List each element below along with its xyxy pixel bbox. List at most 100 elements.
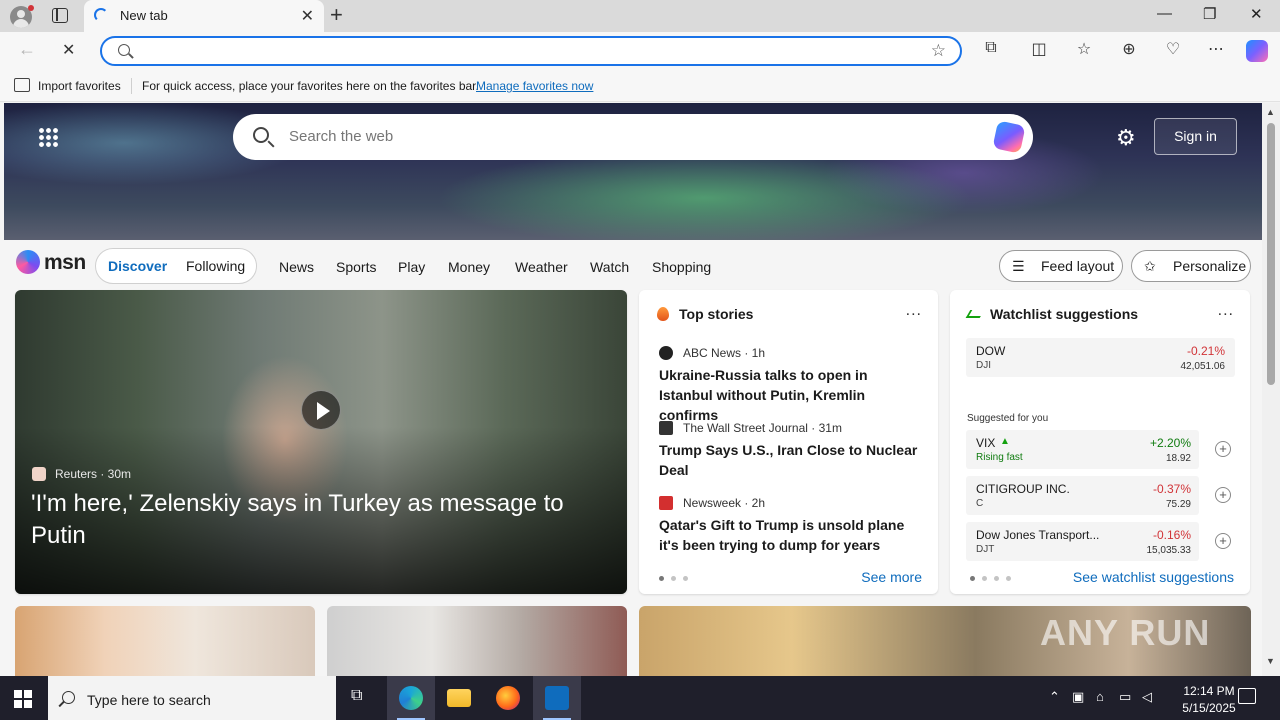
hero-banner: Search the web ⚙ Sign in	[4, 103, 1262, 240]
nav-watch[interactable]: Watch	[590, 259, 629, 275]
lead-headline[interactable]: 'I'm here,' Zelenskiy says in Turkey as …	[31, 488, 611, 552]
personalize-button[interactable]: ✩ Personalize	[1131, 250, 1251, 282]
taskbar-search[interactable]: Type here to search	[48, 676, 336, 720]
play-icon[interactable]	[301, 390, 341, 430]
network-icon[interactable]: ▭	[1119, 689, 1131, 705]
web-search-box[interactable]: Search the web	[233, 114, 1033, 160]
notifications-icon[interactable]	[1238, 688, 1256, 704]
favorites-icon[interactable]: ☆	[1072, 39, 1096, 59]
sign-in-button[interactable]: Sign in	[1154, 118, 1237, 155]
task-view-icon[interactable]: ⧉	[336, 676, 384, 720]
new-tab-icon[interactable]: +	[330, 2, 343, 28]
nav-weather[interactable]: Weather	[515, 259, 568, 275]
nav-money[interactable]: Money	[448, 259, 490, 275]
stock-value: 15,035.33	[1146, 545, 1192, 556]
scroll-up-icon[interactable]: ▲	[1266, 107, 1275, 117]
msn-nav: msn Discover Following News Sports Play …	[0, 240, 1262, 290]
tab-new-tab[interactable]: New tab ✕	[84, 0, 324, 32]
gear-icon[interactable]: ⚙	[1116, 125, 1136, 151]
carousel-dots[interactable]	[970, 576, 1011, 581]
app-launcher-icon[interactable]	[38, 127, 58, 147]
divider	[131, 78, 132, 94]
clock-time[interactable]: 12:14 PM	[1174, 684, 1244, 698]
outlook-icon[interactable]	[533, 676, 581, 720]
see-more-link[interactable]: See more	[861, 569, 922, 585]
see-watchlist-link[interactable]: See watchlist suggestions	[1073, 569, 1234, 585]
tab-title: New tab	[120, 8, 168, 23]
collections-icon[interactable]: ⊕	[1117, 39, 1141, 59]
nav-news[interactable]: News	[279, 259, 314, 275]
trend-up-icon: ▲	[1000, 436, 1010, 447]
settings-more-icon[interactable]: ⋯	[1204, 39, 1228, 59]
story-thumbnail[interactable]	[15, 606, 315, 676]
stock-name: CITIGROUP INC.	[976, 482, 1070, 496]
extensions-icon[interactable]: ⧉	[979, 39, 1003, 57]
watchlist-title: Watchlist suggestions	[990, 306, 1139, 322]
tab-strip: New tab ✕ + — ❐ ✕	[0, 0, 1280, 32]
show-hidden-icons-icon[interactable]: ⌃	[1049, 689, 1060, 705]
nav-play[interactable]: Play	[398, 259, 425, 275]
stock-row-dow[interactable]: DOW DJI -0.21% 42,051.06	[966, 338, 1235, 377]
abc-news-icon	[659, 346, 673, 360]
restore-icon[interactable]: ❐	[1203, 5, 1216, 23]
add-to-watchlist-icon[interactable]: +	[1215, 533, 1231, 549]
story-thumbnail[interactable]	[327, 606, 627, 676]
stock-row-vix[interactable]: VIX ▲ Rising fast +2.20% 18.92 +	[966, 430, 1231, 469]
add-to-watchlist-icon[interactable]: +	[1215, 441, 1231, 457]
stock-name: VIX	[976, 436, 996, 450]
stock-value: 42,051.06	[1180, 361, 1226, 372]
stock-change: +2.20%	[1149, 436, 1191, 450]
manage-favorites-link[interactable]: Manage favorites now	[476, 79, 593, 93]
edge-taskbar-icon[interactable]	[387, 676, 435, 720]
story-headline[interactable]: Trump Says U.S., Iran Close to Nuclear D…	[659, 440, 924, 480]
copilot-icon[interactable]	[992, 120, 1026, 154]
windows-start-icon[interactable]	[14, 690, 32, 708]
more-options-icon[interactable]: ...	[906, 302, 922, 320]
browser-toolbar: ← ✕ ☆ ⧉ ◫ ☆ ⊕ ♡ ⋯	[0, 32, 1280, 70]
tab-following[interactable]: Following	[186, 258, 245, 274]
stock-row-djt[interactable]: Dow Jones Transport... DJT -0.16% 15,035…	[966, 522, 1231, 561]
browser-essentials-icon[interactable]: ♡	[1161, 39, 1185, 59]
feed-layout-button[interactable]: ☰ Feed layout	[999, 250, 1123, 282]
lead-story-card[interactable]: Reuters · 30m 'I'm here,' Zelenskiy says…	[15, 290, 627, 594]
profile-notification-badge	[28, 5, 34, 11]
import-favorites-button[interactable]: Import favorites	[38, 79, 121, 93]
copilot-icon[interactable]	[1246, 40, 1268, 62]
trend-chart-icon	[965, 310, 985, 318]
firefox-icon[interactable]	[484, 676, 532, 720]
story-headline[interactable]: Qatar's Gift to Trump is unsold plane it…	[659, 515, 924, 555]
address-bar[interactable]: ☆	[100, 36, 962, 66]
file-explorer-icon[interactable]	[435, 676, 483, 720]
close-tab-icon[interactable]: ✕	[301, 6, 314, 26]
tab-discover[interactable]: Discover	[108, 258, 167, 274]
scroll-thumb[interactable]	[1267, 123, 1275, 385]
back-icon[interactable]: ←	[18, 39, 36, 60]
story-source: ABC News · 1h	[683, 346, 766, 360]
stock-row-citigroup[interactable]: CITIGROUP INC. C -0.37% 75.29 +	[966, 476, 1231, 515]
split-screen-icon[interactable]: ◫	[1027, 39, 1051, 59]
outlook-tray-icon[interactable]: ▣	[1072, 689, 1084, 705]
stock-name: DOW	[976, 344, 1006, 358]
stop-loading-icon[interactable]: ✕	[62, 40, 75, 60]
volume-icon[interactable]: ◁	[1142, 689, 1152, 705]
story-headline[interactable]: Ukraine-Russia talks to open in Istanbul…	[659, 365, 924, 425]
address-input[interactable]	[142, 41, 902, 61]
nav-shopping[interactable]: Shopping	[652, 259, 711, 275]
tab-actions-icon[interactable]	[52, 8, 68, 23]
story-source: The Wall Street Journal · 31m	[683, 421, 842, 435]
page-scrollbar[interactable]: ▲ ▼	[1262, 103, 1280, 676]
minimize-icon[interactable]: —	[1157, 5, 1172, 22]
scroll-down-icon[interactable]: ▼	[1266, 656, 1275, 666]
personalize-label: Personalize	[1173, 258, 1247, 274]
search-icon	[118, 44, 130, 56]
device-icon[interactable]: ⌂	[1096, 689, 1104, 704]
top-stories-card: Top stories ... ABC News · 1h Ukraine-Ru…	[639, 290, 938, 594]
clock-date[interactable]: 5/15/2025	[1174, 701, 1244, 715]
add-to-watchlist-icon[interactable]: +	[1215, 487, 1231, 503]
close-window-icon[interactable]: ✕	[1250, 5, 1263, 23]
more-options-icon[interactable]: ...	[1218, 302, 1234, 320]
nav-sports[interactable]: Sports	[336, 259, 376, 275]
favorite-star-icon[interactable]: ☆	[931, 41, 946, 61]
carousel-dots[interactable]	[659, 576, 688, 581]
lead-source: Reuters · 30m	[55, 467, 132, 481]
